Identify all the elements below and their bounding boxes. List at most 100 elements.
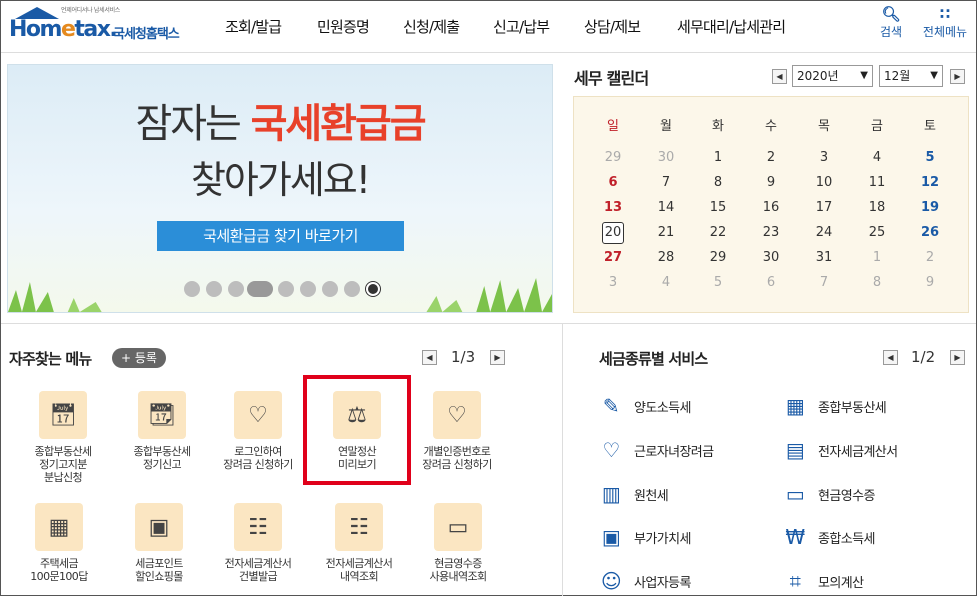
favorite-label: 주택세금 100문100답 (30, 557, 88, 583)
calendar-day[interactable]: 15 (703, 200, 733, 215)
calendar-day[interactable]: 29 (703, 250, 733, 265)
slide-dot[interactable] (322, 281, 338, 297)
calendar-day[interactable]: 9 (915, 275, 945, 290)
prev-year-button[interactable]: ◀ (772, 69, 787, 84)
calendar-day[interactable]: 21 (651, 225, 681, 240)
register-favorite-button[interactable]: + 등록 (112, 348, 166, 368)
service-cash-receipt[interactable]: ▭ 현금영수증 (782, 481, 876, 507)
calendar-day[interactable]: 11 (862, 175, 892, 190)
shopping-bag-icon: ▣ (135, 503, 183, 551)
calendar-day[interactable]: 6 (756, 275, 786, 290)
calendar-day[interactable]: 2 (915, 250, 945, 265)
favorites-prev-button[interactable]: ◀ (422, 350, 437, 365)
favorite-item[interactable]: 📆︎ 종합부동산세 정기신고 (112, 391, 212, 471)
service-business-registration[interactable]: ☺ 사업자등록 (598, 568, 692, 594)
heart-hourglass-icon: ♡ (433, 391, 481, 439)
full-menu-button[interactable]: ∷ 전체메뉴 (919, 5, 971, 40)
calendar-day[interactable]: 14 (651, 200, 681, 215)
calendar-day[interactable]: 5 (703, 275, 733, 290)
favorite-item[interactable]: ♡ 로그인하여 장려금 신청하기 (208, 391, 308, 471)
heart-pen-icon: ♡ (234, 391, 282, 439)
calendar-day[interactable]: 22 (703, 225, 733, 240)
calendar-day[interactable]: 1 (703, 150, 733, 165)
month-select[interactable]: 12월 ▼ (879, 65, 943, 87)
calendar-day[interactable]: 26 (915, 225, 945, 240)
favorites-next-button[interactable]: ▶ (490, 350, 505, 365)
nav-certificate[interactable]: 민원증명 (317, 16, 370, 37)
calendar-day[interactable]: 4 (651, 275, 681, 290)
calendar-day[interactable]: 3 (809, 150, 839, 165)
service-simulation[interactable]: ⌗ 모의계산 (782, 568, 864, 594)
calendar-day[interactable]: 8 (862, 275, 892, 290)
refund-banner[interactable]: 잠자는 국세환급금 찾아가세요! 국세환급금 찾기 바로가기 (7, 64, 553, 313)
calendar-day[interactable]: 12 (915, 175, 945, 190)
calendar-day[interactable]: 8 (703, 175, 733, 190)
calendar-day[interactable]: 7 (809, 275, 839, 290)
service-earned-income[interactable]: ♡ 근로자녀장려금 (598, 437, 714, 463)
calendar-day[interactable]: 27 (598, 250, 628, 265)
favorite-item[interactable]: ▭ 현금영수증 사용내역조회 (408, 503, 508, 583)
calendar-day[interactable]: 30 (651, 150, 681, 165)
calendar-day[interactable]: 18 (862, 200, 892, 215)
service-property-tax[interactable]: ▦ 종합부동산세 (782, 393, 887, 419)
pause-button[interactable] (366, 282, 380, 296)
favorite-item[interactable]: ▦ 주택세금 100문100답 (9, 503, 109, 583)
calendar-day[interactable]: 25 (862, 225, 892, 240)
service-e-invoice[interactable]: ▤ 전자세금계산서 (782, 437, 898, 463)
service-capital-gains[interactable]: ✎ 양도소득세 (598, 393, 692, 419)
year-select[interactable]: 2020년 ▼ (792, 65, 873, 87)
calendar-day[interactable]: 7 (651, 175, 681, 190)
calendar-day[interactable]: 2 (756, 150, 786, 165)
nav-inquiry[interactable]: 조회/발급 (225, 16, 282, 37)
slide-dot-active[interactable] (247, 281, 273, 297)
favorite-item[interactable]: ☷ 전자세금계산서 건별발급 (208, 503, 308, 583)
nav-application[interactable]: 신청/제출 (403, 16, 460, 37)
calendar-day[interactable]: 30 (756, 250, 786, 265)
invoice-search-icon: ☷ (335, 503, 383, 551)
slide-dot[interactable] (206, 281, 222, 297)
nav-tax-agent[interactable]: 세무대리/납세관리 (677, 16, 786, 37)
logo-text: Hometax. (9, 17, 118, 42)
favorite-item[interactable]: ☷ 전자세금계산서 내역조회 (309, 503, 409, 583)
calendar-day[interactable]: 4 (862, 150, 892, 165)
calendar-day[interactable]: 10 (809, 175, 839, 190)
calendar-day[interactable]: 1 (862, 250, 892, 265)
calendar-day[interactable]: 31 (809, 250, 839, 265)
calendar-day[interactable]: 6 (598, 175, 628, 190)
favorite-item[interactable]: ▣ 세금포인트 할인쇼핑몰 (109, 503, 209, 583)
calendar-day[interactable]: 3 (598, 275, 628, 290)
favorite-item[interactable]: 📅︎ 종합부동산세 정기고지분 분납신청 (13, 391, 113, 484)
calendar-day[interactable]: 20 (602, 222, 624, 244)
calendar-day[interactable]: 23 (756, 225, 786, 240)
next-month-button[interactable]: ▶ (950, 69, 965, 84)
calendar-day[interactable]: 17 (809, 200, 839, 215)
calendar-day[interactable]: 16 (756, 200, 786, 215)
refund-search-button[interactable]: 국세환급금 찾기 바로가기 (157, 221, 404, 251)
slide-dot[interactable] (300, 281, 316, 297)
services-next-button[interactable]: ▶ (950, 350, 965, 365)
calendar-day[interactable]: 29 (598, 150, 628, 165)
calculator-doc-icon: ▤ (785, 438, 805, 462)
search-button[interactable]: 🔍︎ 검색 (869, 5, 913, 40)
service-vat[interactable]: ▣ 부가가치세 (598, 524, 692, 550)
nav-report-payment[interactable]: 신고/납부 (493, 16, 550, 37)
favorite-item[interactable]: ♡ 개별인증번호로 장려금 신청하기 (407, 391, 507, 471)
calendar-day[interactable]: 28 (651, 250, 681, 265)
slide-dot[interactable] (278, 281, 294, 297)
calendar-day[interactable]: 24 (809, 225, 839, 240)
favorites-title: 자주찾는 메뉴 (9, 350, 92, 368)
service-income-tax[interactable]: ₩ 종합소득세 (782, 524, 875, 550)
calendar-day[interactable]: 9 (756, 175, 786, 190)
calendar-day[interactable]: 5 (915, 150, 945, 165)
hometax-logo[interactable]: 언제어디서나 납세서비스 Hometax. 국세청홈택스 (9, 5, 194, 49)
service-withholding[interactable]: ▥ 원천세 (598, 481, 669, 507)
slide-dot[interactable] (344, 281, 360, 297)
slide-dot[interactable] (184, 281, 200, 297)
calendar-day[interactable]: 19 (915, 200, 945, 215)
calendar-day[interactable]: 13 (598, 200, 628, 215)
services-prev-button[interactable]: ◀ (883, 350, 898, 365)
banner-line2: 찾아가세요! (190, 158, 371, 202)
slide-dot[interactable] (228, 281, 244, 297)
nav-consult[interactable]: 상담/제보 (584, 16, 641, 37)
won-bag-icon: ₩ (785, 525, 805, 549)
